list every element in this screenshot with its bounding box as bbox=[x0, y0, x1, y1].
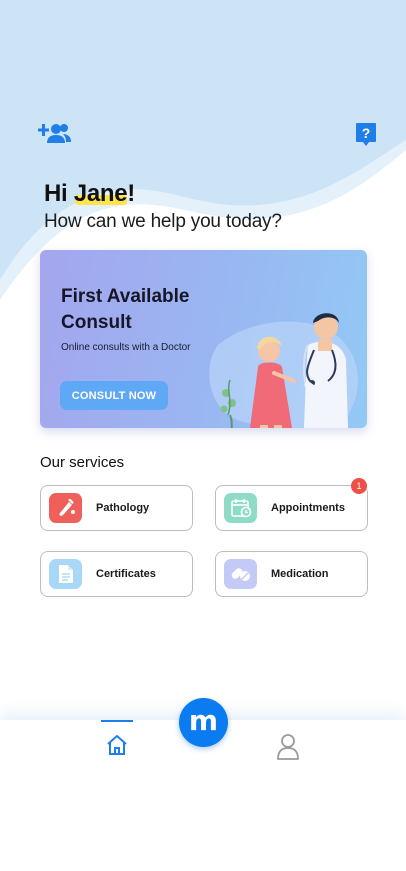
add-user-button[interactable] bbox=[38, 122, 72, 146]
service-label: Medication bbox=[271, 568, 329, 580]
top-bar: ? bbox=[0, 122, 406, 148]
nav-profile[interactable] bbox=[276, 733, 300, 761]
doctor-illustration bbox=[209, 313, 358, 428]
service-label: Appointments bbox=[271, 502, 345, 514]
pills-icon bbox=[224, 559, 257, 589]
help-button[interactable]: ? bbox=[355, 122, 377, 148]
consult-card[interactable]: First Available Consult Online consults … bbox=[40, 250, 367, 428]
service-label: Pathology bbox=[96, 502, 150, 514]
consult-subtitle: Online consults with a Doctor bbox=[61, 342, 191, 353]
user-icon bbox=[277, 734, 299, 760]
consult-now-button[interactable]: CONSULT NOW bbox=[60, 381, 168, 410]
nav-home[interactable] bbox=[101, 720, 133, 760]
test-tube-icon bbox=[49, 493, 82, 523]
help-icon: ? bbox=[356, 123, 376, 146]
greeting-punct: ! bbox=[127, 180, 135, 207]
add-user-icon bbox=[38, 124, 71, 143]
user-name: Jane bbox=[73, 180, 128, 207]
service-appointments[interactable]: Appointments 1 bbox=[215, 478, 368, 531]
main-action-button[interactable]: m bbox=[179, 698, 228, 747]
user-name-highlight: Jane bbox=[74, 180, 128, 208]
home-icon bbox=[107, 735, 127, 755]
greeting-subtitle: How can we help you today? bbox=[44, 211, 282, 232]
greeting: Hi Jane! How can we help you today? bbox=[44, 180, 282, 233]
services-title: Our services bbox=[40, 454, 125, 471]
svg-text:?: ? bbox=[362, 125, 371, 141]
service-pathology[interactable]: Pathology bbox=[40, 485, 193, 531]
document-icon bbox=[49, 559, 82, 589]
greeting-line: Hi Jane! bbox=[44, 180, 282, 208]
service-certificates[interactable]: Certificates bbox=[40, 551, 193, 597]
notification-badge: 1 bbox=[351, 478, 367, 494]
greeting-hi: Hi bbox=[44, 180, 74, 207]
active-indicator bbox=[101, 720, 133, 722]
logo-m: m bbox=[188, 704, 219, 737]
calendar-clock-icon bbox=[224, 493, 257, 523]
consult-title: First Available Consult bbox=[61, 286, 190, 333]
service-label: Certificates bbox=[96, 568, 156, 580]
service-medication[interactable]: Medication bbox=[215, 551, 368, 597]
